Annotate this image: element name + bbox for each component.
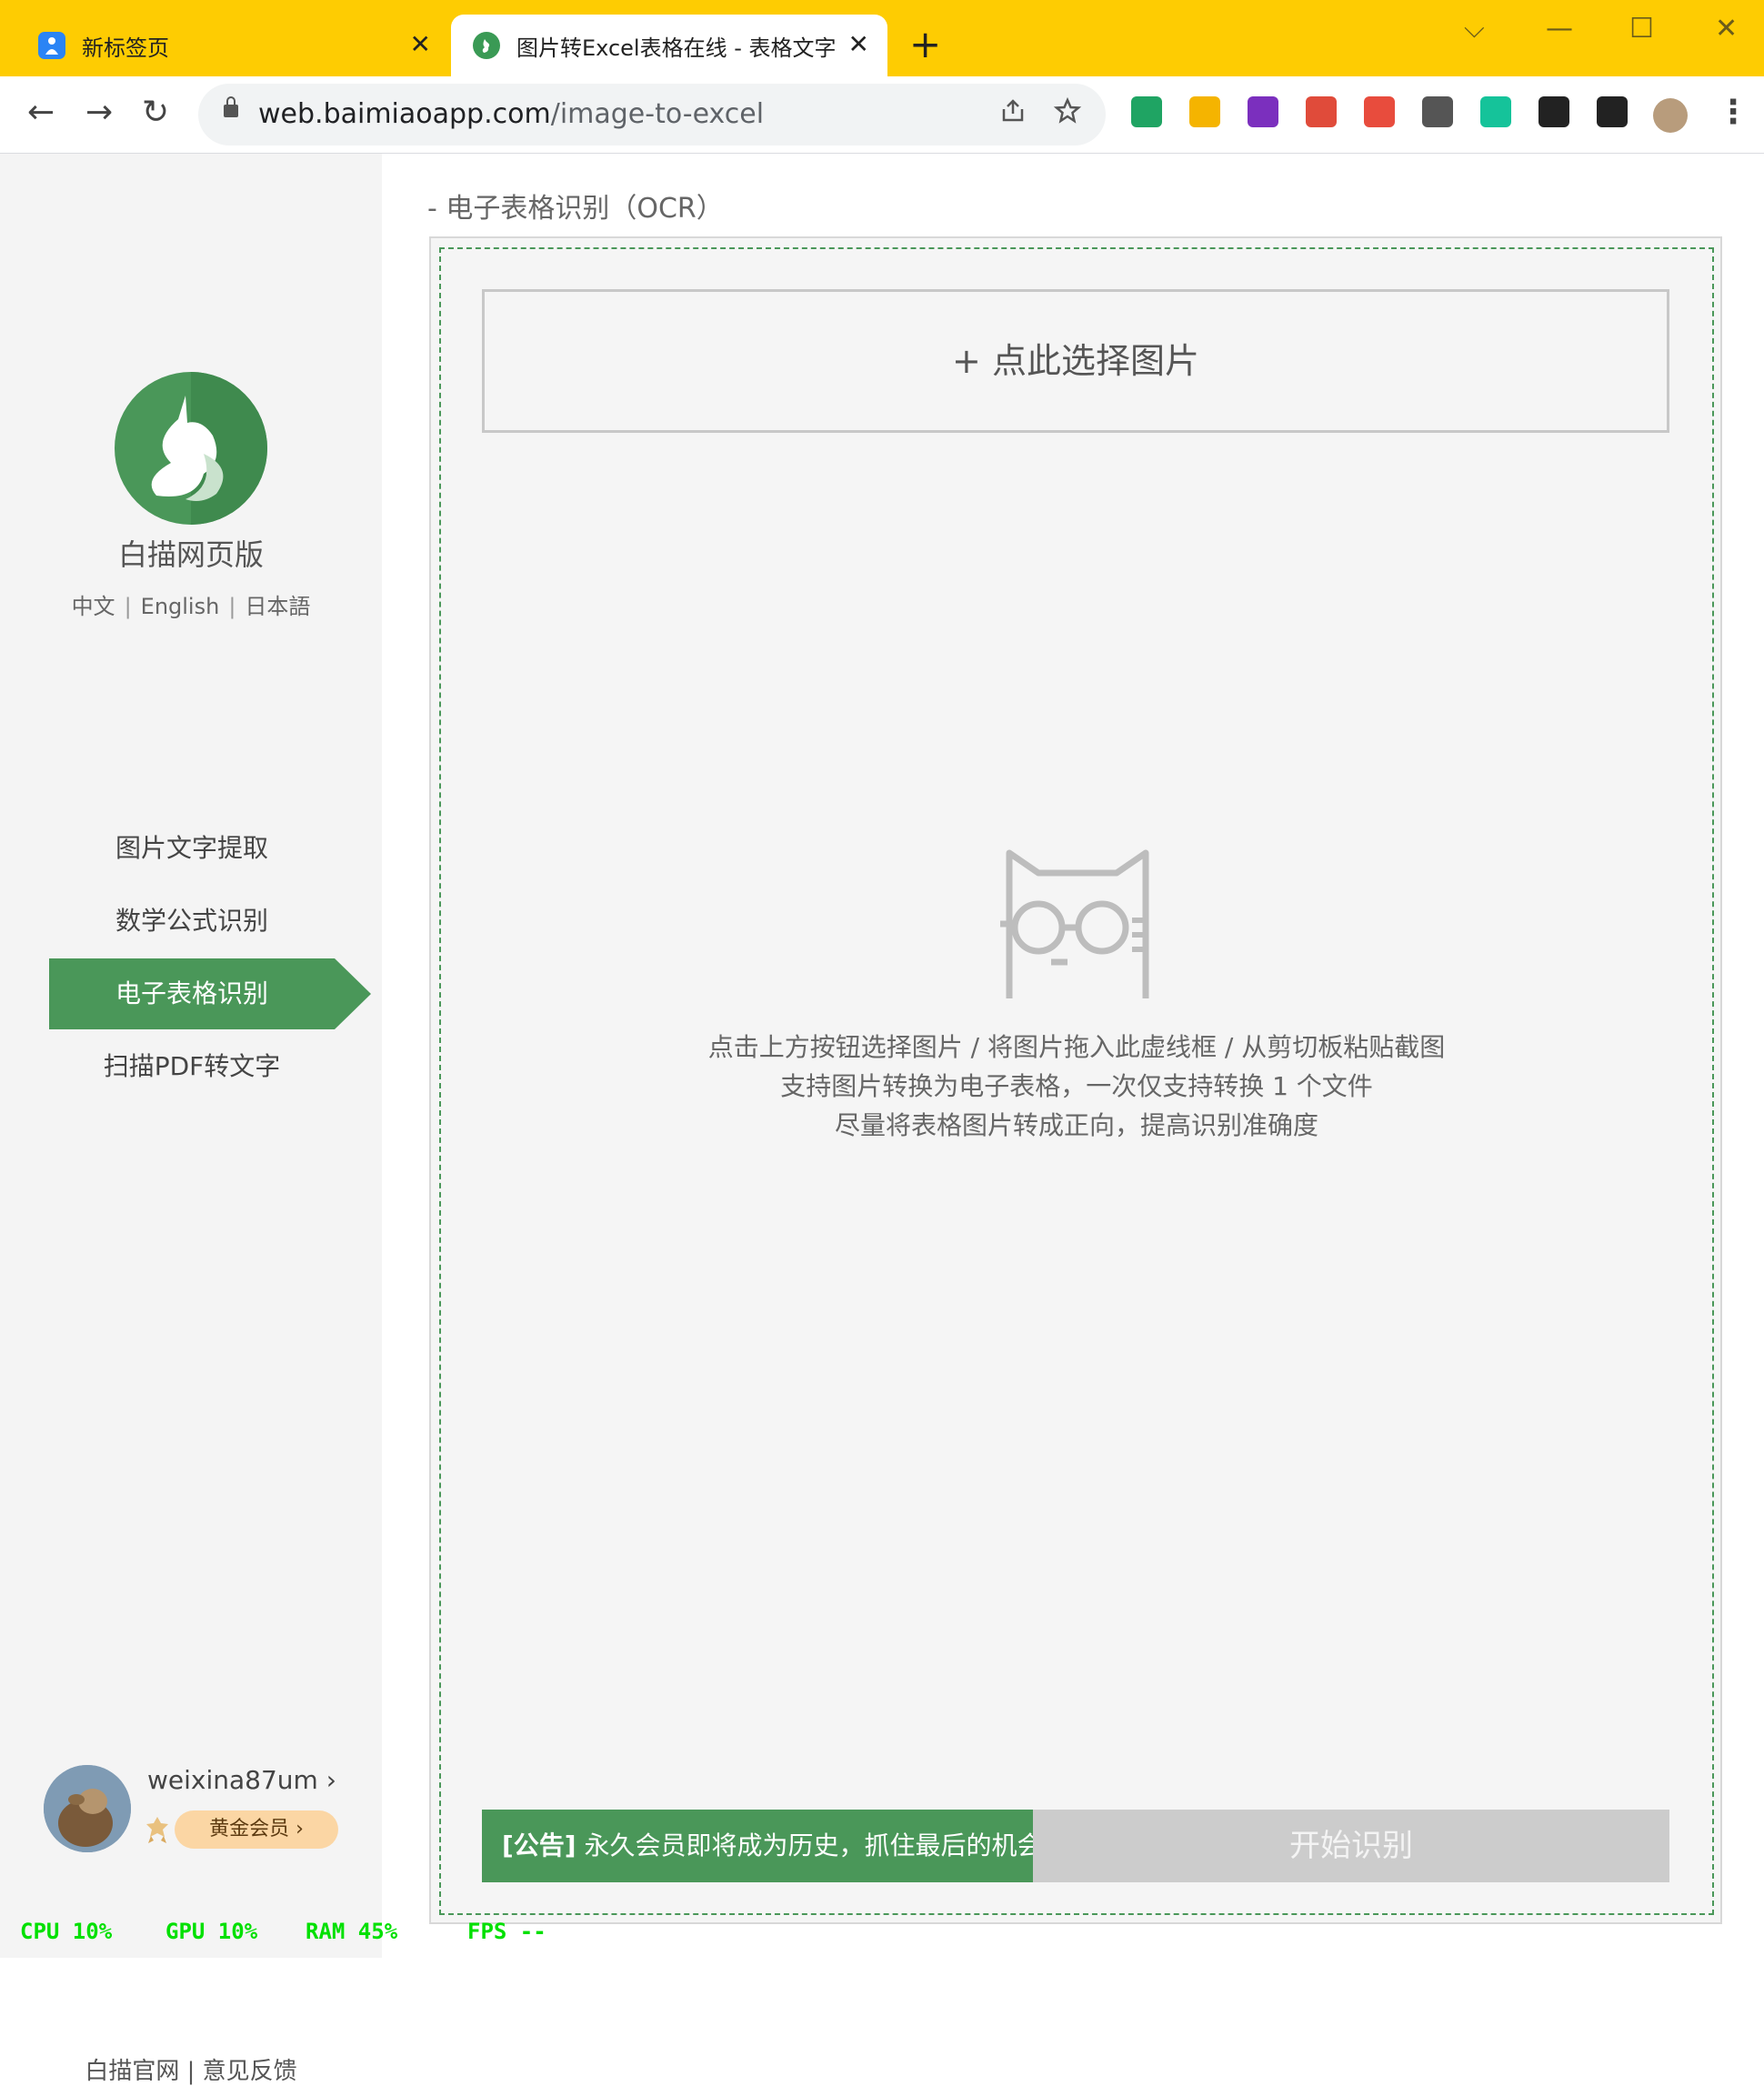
hint-line-3: 尽量将表格图片转成正向，提高识别准确度 xyxy=(834,1110,1318,1140)
address-bar[interactable]: web.baimiaoapp.com/image-to-excel xyxy=(198,84,1106,145)
user-avatar[interactable] xyxy=(44,1765,131,1852)
lang-separator: | xyxy=(228,594,236,619)
cat-glasses-icon xyxy=(1000,849,1149,998)
vip-medal-icon xyxy=(146,1817,168,1843)
hint-line-2: 支持图片转换为电子表格，一次仅支持转换 1 个文件 xyxy=(780,1071,1373,1101)
minimize-button[interactable]: — xyxy=(1546,13,1573,45)
bowl-icon[interactable] xyxy=(1306,96,1337,127)
url-domain: web.baimiaoapp.com xyxy=(258,98,551,130)
announcement-text: 永久会员即将成为历史，抓住最后的机会 xyxy=(576,1830,1034,1860)
puzzle-icon[interactable] xyxy=(1538,96,1569,127)
membership-label: 黄金会员 xyxy=(209,1818,290,1840)
list-icon[interactable] xyxy=(1364,96,1395,127)
ram-readout: RAM 45% xyxy=(306,1919,398,1944)
url-path: /image-to-excel xyxy=(550,98,765,130)
language-switcher: 中文 | English | 日本語 xyxy=(0,588,382,620)
grammarly-icon[interactable] xyxy=(1480,96,1511,127)
sidebar-item-spreadsheet[interactable]: 电子表格识别 xyxy=(49,958,371,1029)
forward-button[interactable]: → xyxy=(85,93,113,133)
google-drive-icon[interactable] xyxy=(1131,96,1162,127)
baimiao-logo-icon xyxy=(115,372,267,525)
browser-toolbar: ← → ↻ web.baimiaoapp.com/image-to-excel … xyxy=(0,76,1764,154)
reload-button[interactable]: ↻ xyxy=(142,93,169,133)
download-icon[interactable] xyxy=(1189,96,1220,127)
profile-avatar[interactable] xyxy=(1653,98,1688,133)
gpu-readout: GPU 10% xyxy=(165,1919,258,1944)
lang-english[interactable]: English xyxy=(141,594,220,619)
close-tab-icon[interactable]: ✕ xyxy=(848,31,869,58)
start-recognition-button[interactable]: 开始识别 xyxy=(1033,1810,1669,1882)
maximize-button[interactable]: ☐ xyxy=(1629,13,1654,45)
fps-readout: FPS -- xyxy=(467,1919,546,1944)
back-button[interactable]: ← xyxy=(27,93,55,133)
onenote-icon[interactable] xyxy=(1248,96,1278,127)
baimiao-favicon-icon xyxy=(473,32,500,59)
lang-separator: | xyxy=(124,594,132,619)
hint-line-1: 点击上方按钮选择图片 / 将图片拖入此虚线框 / 从剪切板粘贴截图 xyxy=(707,1032,1446,1062)
sidepanel-icon[interactable] xyxy=(1597,96,1628,127)
username: weixina87um xyxy=(147,1765,318,1795)
announcement-tag: [公告] xyxy=(502,1830,576,1860)
tab-new-tab[interactable]: 新标签页 ✕ xyxy=(13,15,449,76)
z-icon[interactable] xyxy=(1422,96,1453,127)
footer-links[interactable]: 白描官网 | 意见反馈 xyxy=(0,2052,382,2086)
close-tab-icon[interactable]: ✕ xyxy=(410,31,431,58)
share-icon[interactable] xyxy=(998,96,1027,133)
close-window-button[interactable]: ✕ xyxy=(1715,13,1738,45)
choose-image-button[interactable]: + 点此选择图片 xyxy=(482,289,1669,433)
username-link[interactable]: weixina87um › xyxy=(147,1765,336,1795)
announcement-banner[interactable]: [公告] 永久会员即将成为历史，抓住最后的机会 xyxy=(482,1810,1033,1882)
sidebar-item-math-formula[interactable]: 数学公式识别 xyxy=(49,886,335,957)
tab-search-dropdown-icon[interactable]: ⌵ xyxy=(1464,13,1485,45)
new-tab-favicon-icon xyxy=(38,32,65,59)
page-title: - 电子表格识别（OCR） xyxy=(427,193,724,225)
cpu-readout: CPU 10% xyxy=(20,1919,113,1944)
lang-japanese[interactable]: 日本語 xyxy=(245,594,310,619)
new-tab-button[interactable]: + xyxy=(909,24,941,65)
sidebar-item-image-text[interactable]: 图片文字提取 xyxy=(49,813,335,884)
lang-chinese[interactable]: 中文 xyxy=(72,594,115,619)
tab-baimiao-excel[interactable]: 图片转Excel表格在线 - 表格文字 ✕ xyxy=(451,15,887,76)
membership-badge[interactable]: 黄金会员 › xyxy=(175,1810,338,1849)
bookmark-star-icon[interactable] xyxy=(1053,96,1082,133)
sidebar: 白描网页版 中文 | English | 日本語 图片文字提取 数学公式识别 电子表格识… xyxy=(0,154,382,2085)
url-text[interactable]: web.baimiaoapp.com/image-to-excel xyxy=(258,98,764,130)
tab-title: 新标签页 xyxy=(82,35,169,61)
tab-title: 图片转Excel表格在线 - 表格文字 xyxy=(516,35,837,61)
browser-menu-icon[interactable]: ⋮ xyxy=(1717,93,1749,133)
sidebar-item-pdf-scan[interactable]: 扫描PDF转文字 xyxy=(49,1031,335,1102)
tab-strip: 新标签页 ✕ 图片转Excel表格在线 - 表格文字 ✕ + ⌵ — ☐ ✕ xyxy=(0,0,1764,76)
lock-icon[interactable] xyxy=(224,96,238,117)
brand-name: 白描网页版 xyxy=(117,537,264,572)
